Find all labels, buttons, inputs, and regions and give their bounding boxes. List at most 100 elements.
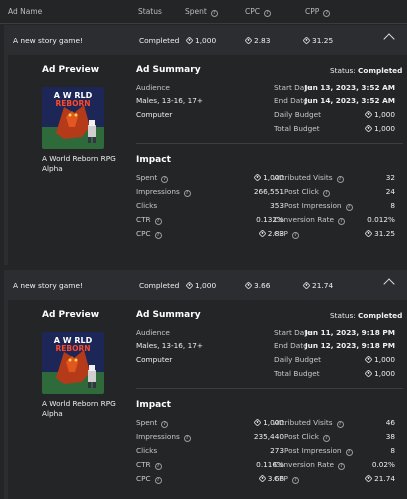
robux-icon xyxy=(244,281,253,290)
campaign-spent: 1,000 xyxy=(185,281,216,290)
section-divider xyxy=(136,388,403,389)
attributed-visits-label: Attributed Visits? xyxy=(274,418,344,428)
post-impression-value: 8 xyxy=(390,446,395,455)
info-icon[interactable]: ? xyxy=(183,435,191,442)
summary-status: Status: Completed xyxy=(330,66,403,75)
info-icon[interactable]: ? xyxy=(154,232,162,239)
start-date-value: Jun 13, 2023, 3:52 AM xyxy=(304,83,395,92)
total-budget-value: 1,000 xyxy=(364,369,395,378)
conversion-rate-label: Conversion Rate? xyxy=(274,215,345,225)
svg-text:REBORN: REBORN xyxy=(55,99,90,108)
impact-spent-label: Spent? xyxy=(136,173,169,183)
info-icon[interactable]: ? xyxy=(322,435,330,442)
daily-budget-value: 1,000 xyxy=(364,110,395,119)
game-thumbnail-art: A W RLD REBORN xyxy=(42,332,104,394)
total-budget-label: Total Budget xyxy=(274,369,320,378)
campaign-cpp: 21.74 xyxy=(302,281,333,290)
clicks-value: 273 xyxy=(270,446,284,455)
cpp-label: CPP? xyxy=(274,474,299,484)
info-icon[interactable]: ? xyxy=(345,449,353,456)
summary-status: Status: Completed xyxy=(330,311,403,320)
info-icon[interactable]: ? xyxy=(345,204,353,211)
info-icon[interactable]: ? xyxy=(322,190,330,197)
audience-value: Males, 13-16, 17+ xyxy=(136,96,203,105)
end-date-label: End Date xyxy=(274,341,308,350)
campaign-block: A new story game! Completed 1,000 2.83 3… xyxy=(4,25,407,265)
end-date-value: Jun 12, 2023, 9:18 PM xyxy=(304,341,395,350)
daily-budget-label: Daily Budget xyxy=(274,355,322,364)
impressions-label: Impressions? xyxy=(136,187,191,197)
chevron-up-icon[interactable] xyxy=(383,278,395,290)
cpp-label: CPP? xyxy=(274,229,299,239)
attributed-visits-value: 46 xyxy=(385,418,395,427)
robux-icon xyxy=(258,229,267,238)
game-thumbnail[interactable]: A W RLD REBORN xyxy=(42,87,104,149)
campaign-cpc: 3.66 xyxy=(244,281,270,290)
campaign-block: A new story game! Completed 1,000 3.66 2… xyxy=(4,270,407,499)
cpc-label: CPC? xyxy=(136,229,162,239)
campaign-detail: Ad Preview A W RLD REBORN A World Reborn… xyxy=(8,300,407,499)
game-name[interactable]: A World Reborn RPG Alpha xyxy=(42,154,122,174)
total-budget-label: Total Budget xyxy=(274,124,320,133)
info-icon[interactable]: ? xyxy=(210,10,218,17)
info-icon[interactable]: ? xyxy=(336,421,344,428)
campaign-status: Completed xyxy=(139,281,180,290)
info-icon[interactable]: ? xyxy=(161,176,169,183)
campaign-cpc: 2.83 xyxy=(244,36,270,45)
table-header: Ad Name Status Spent? CPC? CPP? xyxy=(0,0,407,24)
col-spent: Spent? xyxy=(185,7,218,17)
info-icon[interactable]: ? xyxy=(291,232,299,239)
impact-title: Impact xyxy=(136,155,171,165)
clicks-value: 353 xyxy=(270,201,284,210)
post-click-value: 38 xyxy=(385,432,395,441)
robux-icon xyxy=(364,124,373,133)
post-impression-label: Post Impression? xyxy=(284,201,353,211)
impressions-label: Impressions? xyxy=(136,432,191,442)
conversion-rate-value: 0.02% xyxy=(371,460,395,469)
ad-summary-title: Ad Summary xyxy=(136,310,201,320)
total-budget-value: 1,000 xyxy=(364,124,395,133)
impact-spent-label: Spent? xyxy=(136,418,169,428)
info-icon[interactable]: ? xyxy=(183,190,191,197)
ctr-label: CTR? xyxy=(136,215,162,225)
game-thumbnail[interactable]: A W RLD REBORN xyxy=(42,332,104,394)
info-icon[interactable]: ? xyxy=(154,218,162,225)
daily-budget-label: Daily Budget xyxy=(274,110,322,119)
campaign-row[interactable]: A new story game! Completed 1,000 2.83 3… xyxy=(4,25,407,55)
info-icon[interactable]: ? xyxy=(337,218,345,225)
attributed-visits-value: 32 xyxy=(385,173,395,182)
audience-label: Audience xyxy=(136,328,170,337)
campaign-detail: Ad Preview A W RLD REBORN A World Reborn… xyxy=(8,55,407,265)
campaign-name: A new story game! xyxy=(13,281,83,290)
info-icon[interactable]: ? xyxy=(337,463,345,470)
daily-budget-value: 1,000 xyxy=(364,355,395,364)
campaign-row[interactable]: A new story game! Completed 1,000 3.66 2… xyxy=(4,270,407,300)
robux-icon xyxy=(244,36,253,45)
info-icon[interactable]: ? xyxy=(323,10,331,17)
info-icon[interactable]: ? xyxy=(264,10,271,17)
robux-icon xyxy=(364,369,373,378)
col-cpp: CPP? xyxy=(305,7,331,17)
robux-icon xyxy=(364,355,373,364)
info-icon[interactable]: ? xyxy=(154,477,162,484)
robux-icon xyxy=(302,281,311,290)
robux-icon xyxy=(253,173,262,182)
ad-summary-title: Ad Summary xyxy=(136,65,201,75)
post-click-label: Post Click? xyxy=(284,187,330,197)
info-icon[interactable]: ? xyxy=(336,176,344,183)
start-date-value: Jun 11, 2023, 9:18 PM xyxy=(304,328,395,337)
info-icon[interactable]: ? xyxy=(291,477,299,484)
info-icon[interactable]: ? xyxy=(161,421,169,428)
impressions-value: 266,551 xyxy=(253,187,284,196)
chevron-up-icon[interactable] xyxy=(383,33,395,45)
audience-label: Audience xyxy=(136,83,170,92)
game-name[interactable]: A World Reborn RPG Alpha xyxy=(42,399,122,419)
robux-icon xyxy=(364,474,373,483)
robux-icon xyxy=(364,110,373,119)
post-impression-label: Post Impression? xyxy=(284,446,353,456)
info-icon[interactable]: ? xyxy=(154,463,162,470)
campaign-spent: 1,000 xyxy=(185,36,216,45)
robux-icon xyxy=(364,229,373,238)
section-divider xyxy=(136,143,403,144)
ad-preview-title: Ad Preview xyxy=(42,65,100,75)
